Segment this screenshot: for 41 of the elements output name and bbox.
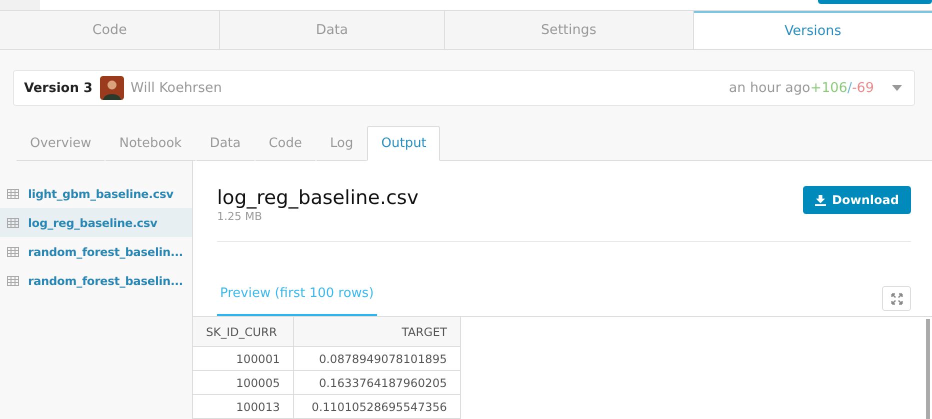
file-name: light_gbm_baseline.csv bbox=[28, 186, 174, 200]
file-item[interactable]: light_gbm_baseline.csv bbox=[0, 179, 192, 208]
file-name: random_forest_baselin... bbox=[28, 274, 183, 288]
file-item[interactable]: random_forest_baselin... bbox=[0, 266, 192, 295]
download-icon bbox=[815, 194, 826, 206]
header-button[interactable] bbox=[818, 0, 932, 4]
tab[interactable]: Output bbox=[367, 126, 440, 161]
table-icon bbox=[7, 218, 19, 228]
caret-icon bbox=[892, 85, 902, 91]
lines-removed: -69 bbox=[852, 80, 874, 96]
avatar-icon bbox=[100, 76, 124, 100]
version-time: an hour ago bbox=[728, 80, 810, 96]
tab[interactable]: Versions bbox=[694, 11, 932, 49]
table-icon bbox=[7, 188, 19, 198]
table-cell: 100013 bbox=[193, 394, 294, 418]
version-label: Version 3 bbox=[24, 80, 93, 96]
file-item[interactable]: log_reg_baseline.csv bbox=[0, 208, 192, 237]
table-icon bbox=[7, 276, 19, 286]
column-header: SK_ID_CURR bbox=[193, 317, 294, 346]
scrollbar[interactable] bbox=[926, 319, 930, 419]
file-name: log_reg_baseline.csv bbox=[28, 216, 158, 230]
column-header: TARGET bbox=[294, 317, 460, 346]
tab[interactable]: Notebook bbox=[105, 126, 196, 161]
file-title: log_reg_baseline.csv bbox=[217, 186, 418, 209]
download-button[interactable]: Download bbox=[803, 186, 911, 214]
file-name: random_forest_baselin... bbox=[28, 244, 183, 258]
file-item[interactable]: random_forest_baselin... bbox=[0, 237, 192, 266]
file-size: 1.25 MB bbox=[217, 210, 264, 223]
table-cell: 0.11010528695547356 bbox=[294, 394, 460, 418]
table-icon bbox=[7, 246, 19, 256]
tab[interactable]: Overview bbox=[16, 126, 106, 161]
table-cell: 0.0878949078101895 bbox=[294, 346, 460, 370]
table-cell: 0.1633764187960205 bbox=[294, 370, 460, 394]
diff-separator: / bbox=[847, 80, 852, 96]
author-name: Will Koehrsen bbox=[130, 80, 222, 96]
expand-button[interactable] bbox=[882, 286, 911, 311]
expand-icon bbox=[890, 292, 902, 304]
table-cell: 100005 bbox=[193, 370, 294, 394]
table-cell: 100001 bbox=[193, 346, 294, 370]
version-selector[interactable]: Version 3 Will Koehrsen an hour ago+106/-69 bbox=[13, 70, 915, 106]
lines-added: +106 bbox=[810, 80, 848, 96]
